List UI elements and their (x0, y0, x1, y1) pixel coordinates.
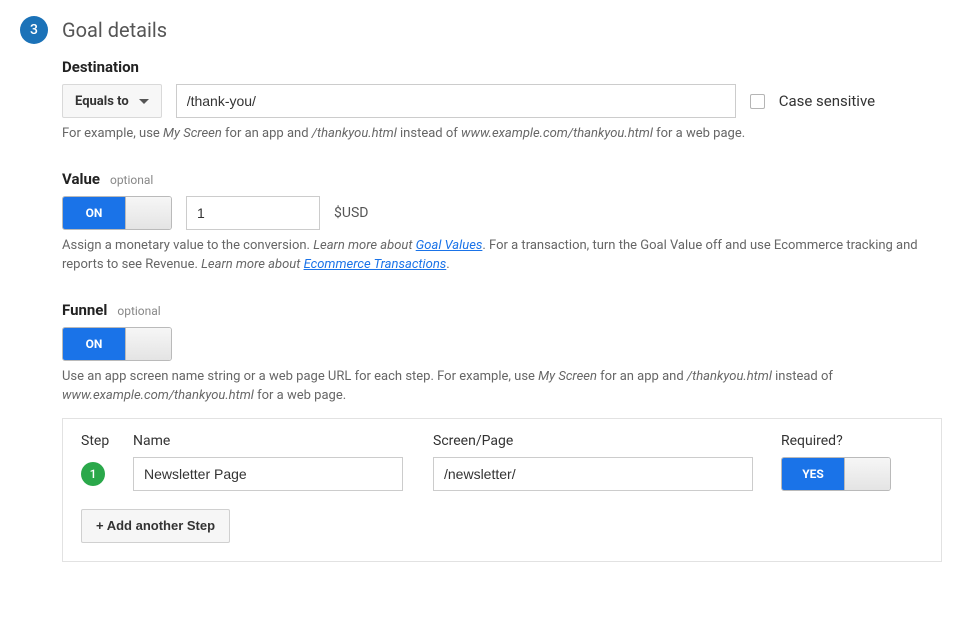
funnel-toggle-handle (125, 328, 171, 360)
col-required-header: Required? (781, 433, 923, 449)
section-step-badge: 3 (20, 16, 48, 44)
funnel-optional-label: optional (117, 304, 160, 318)
chevron-down-icon (139, 99, 149, 104)
match-type-value: Equals to (75, 94, 129, 109)
col-name-header: Name (133, 433, 433, 449)
step-name-input[interactable] (133, 457, 403, 491)
section-title: Goal details (62, 18, 167, 42)
destination-hint: For example, use My Screen for an app an… (62, 124, 932, 144)
step-number-badge: 1 (81, 462, 105, 486)
match-type-dropdown[interactable]: Equals to (62, 84, 162, 118)
funnel-steps-container: Step Name Screen/Page Required? 1 YES (62, 418, 942, 562)
value-block: Value optional ON $USD Assign a monetary… (62, 170, 956, 275)
value-label: Value (62, 170, 100, 188)
value-hint: Assign a monetary value to the conversio… (62, 236, 932, 275)
value-amount-input[interactable] (186, 196, 320, 230)
case-sensitive-label: Case sensitive (779, 92, 875, 110)
value-optional-label: optional (110, 173, 153, 187)
ecommerce-link[interactable]: Ecommerce Transactions (304, 257, 447, 272)
step-required-handle (844, 458, 890, 490)
funnel-hint: Use an app screen name string or a web p… (62, 367, 932, 406)
value-toggle-handle (125, 197, 171, 229)
destination-url-input[interactable] (176, 84, 736, 118)
funnel-label: Funnel (62, 301, 107, 319)
step-page-input[interactable] (433, 457, 753, 491)
col-page-header: Screen/Page (433, 433, 781, 449)
funnel-column-headers: Step Name Screen/Page Required? (81, 433, 923, 449)
value-currency-label: $USD (334, 205, 368, 221)
destination-block: Destination Equals to Case sensitive For… (62, 58, 956, 144)
funnel-toggle[interactable]: ON (62, 327, 172, 361)
case-sensitive-checkbox[interactable] (750, 94, 765, 109)
step-required-toggle[interactable]: YES (781, 457, 891, 491)
goal-values-link[interactable]: Goal Values (416, 238, 483, 253)
funnel-toggle-state: ON (63, 328, 125, 360)
value-toggle[interactable]: ON (62, 196, 172, 230)
col-step-header: Step (81, 433, 133, 449)
destination-label: Destination (62, 58, 956, 76)
step-required-state: YES (782, 458, 844, 490)
add-step-button[interactable]: + Add another Step (81, 509, 230, 543)
section-header: 3 Goal details (20, 16, 956, 44)
value-toggle-state: ON (63, 197, 125, 229)
funnel-block: Funnel optional ON Use an app screen nam… (62, 301, 956, 562)
funnel-step-row: 1 YES (81, 457, 923, 491)
